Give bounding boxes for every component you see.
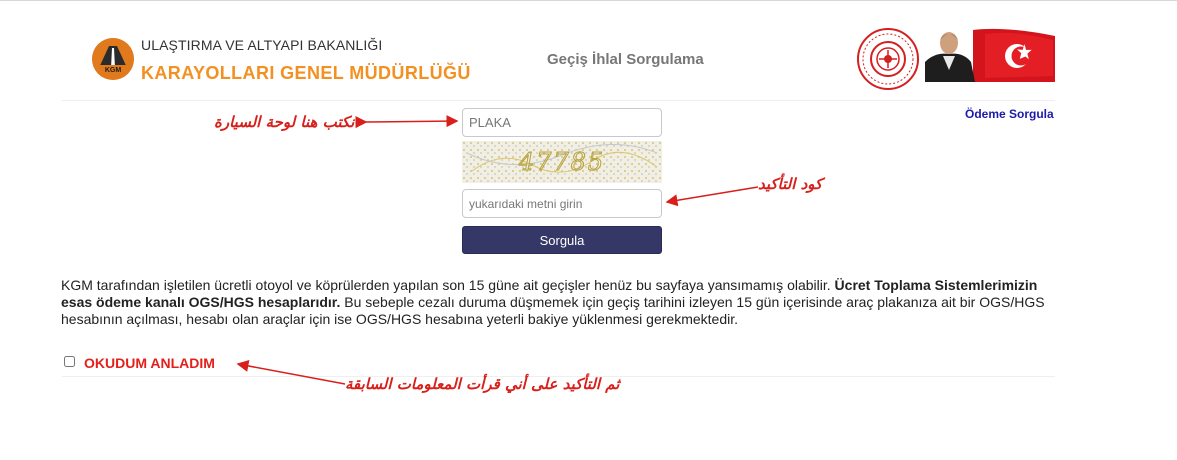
arrow-confirm xyxy=(236,360,346,385)
annotation-arrows xyxy=(236,115,759,385)
arrow-code xyxy=(665,186,759,207)
arrow-plate xyxy=(355,115,459,129)
